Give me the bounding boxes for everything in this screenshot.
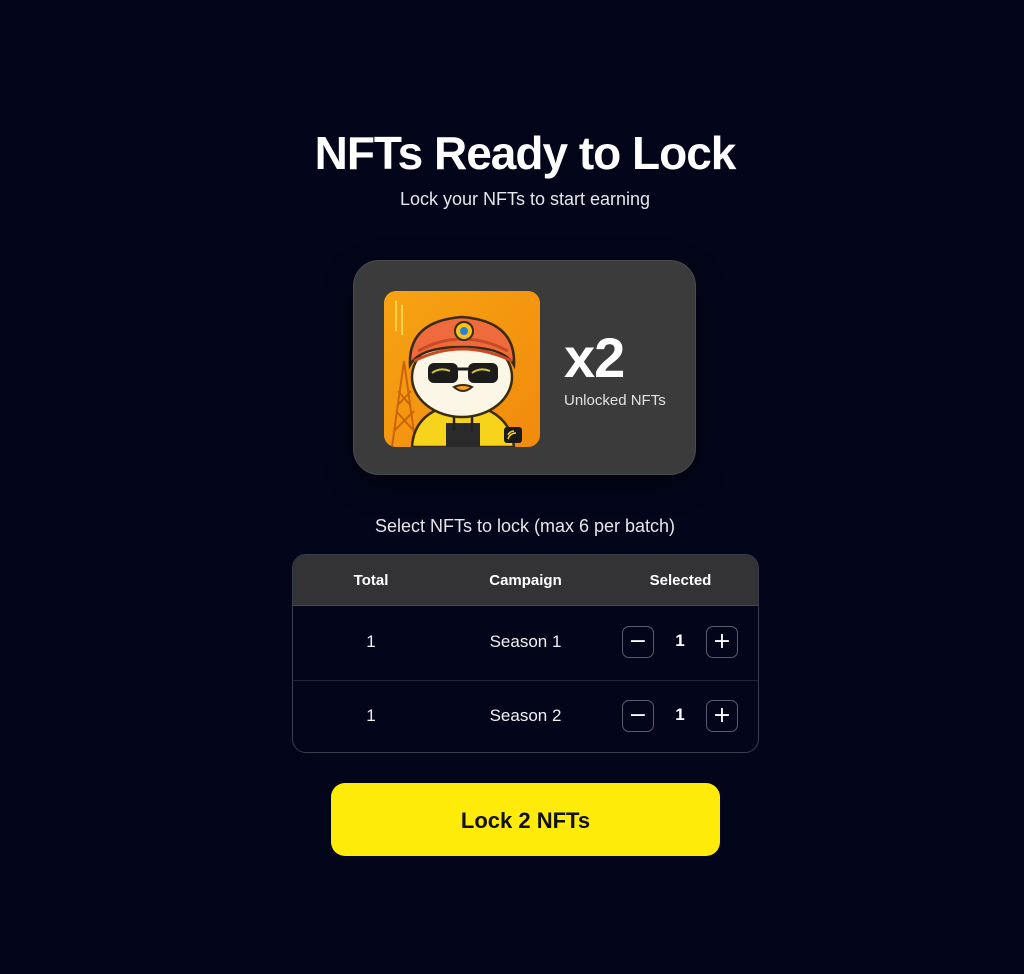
- penguin-avatar-icon: [384, 291, 540, 447]
- increment-button[interactable]: +: [706, 700, 738, 732]
- quantity-stepper: − 1 +: [622, 700, 739, 734]
- table-row: 1 Season 2 − 1 +: [293, 680, 758, 752]
- table-row: 1 Season 1 − 1 +: [293, 606, 758, 681]
- row-campaign: Season 1: [489, 632, 562, 651]
- decrement-button[interactable]: −: [622, 626, 654, 658]
- nft-selection-table: Total Campaign Selected 1 Season 1 − 1 +…: [292, 554, 759, 753]
- page-title: NFTs Ready to Lock: [314, 127, 737, 179]
- column-header-total: Total: [353, 572, 389, 589]
- row-total: 1: [366, 632, 376, 651]
- row-campaign: Season 2: [489, 706, 562, 725]
- nft-count: x2: [564, 326, 625, 389]
- increment-button[interactable]: +: [706, 626, 738, 658]
- lock-nfts-page: NFTs Ready to Lock Lock your NFTs to sta…: [0, 0, 1024, 974]
- selection-instruction: Select NFTs to lock (max 6 per batch): [374, 516, 676, 536]
- nft-summary-card: x2 Unlocked NFTs: [353, 260, 696, 475]
- quantity-stepper: − 1 +: [622, 626, 739, 660]
- column-header-campaign: Campaign: [489, 572, 562, 589]
- row-total: 1: [366, 706, 376, 725]
- page-subtitle: Lock your NFTs to start earning: [399, 189, 651, 209]
- lock-nfts-button[interactable]: Lock 2 NFTs: [331, 783, 720, 856]
- nft-count-label: Unlocked NFTs: [564, 392, 666, 409]
- decrement-button[interactable]: −: [622, 700, 654, 732]
- selected-quantity: 1: [675, 631, 685, 650]
- column-header-selected: Selected: [649, 572, 712, 589]
- selected-quantity: 1: [675, 705, 685, 724]
- table-header: Total Campaign Selected: [293, 555, 758, 606]
